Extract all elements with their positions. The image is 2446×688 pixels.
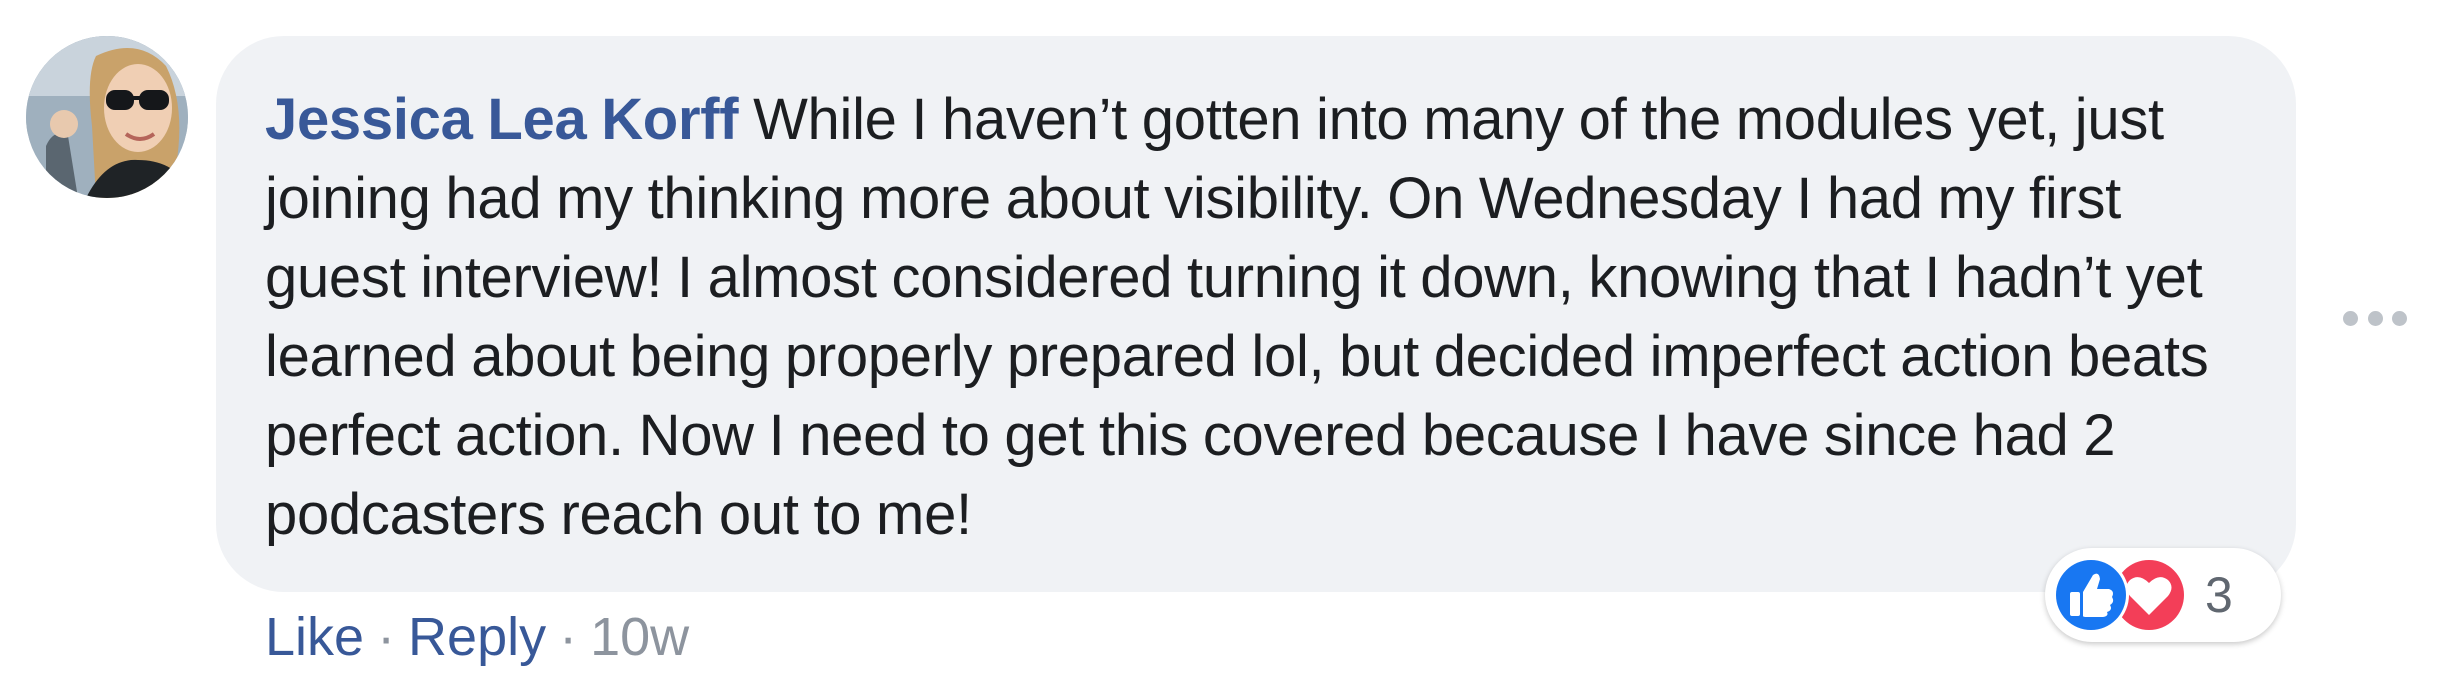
separator: ·	[559, 607, 578, 667]
more-dot	[2392, 310, 2407, 326]
avatar[interactable]	[26, 36, 188, 198]
reaction-count: 3	[2205, 567, 2233, 623]
avatar-photo	[26, 36, 188, 198]
comment-text: While I haven’t gotten into many of the …	[265, 87, 2209, 547]
reply-button[interactable]: Reply	[408, 606, 546, 668]
more-options-icon[interactable]	[2343, 306, 2407, 330]
comment-body: Jessica Lea Korff While I haven’t gotten…	[265, 80, 2236, 554]
comment-bubble: Jessica Lea Korff While I haven’t gotten…	[216, 36, 2296, 592]
more-dot	[2343, 310, 2358, 326]
like-icon	[2053, 557, 2129, 633]
reactions-summary[interactable]: 3	[2045, 548, 2281, 642]
like-button[interactable]: Like	[265, 606, 364, 668]
timestamp-link[interactable]: 10w	[590, 606, 689, 668]
comment-actions: Like · Reply · 10w	[265, 602, 689, 672]
author-name[interactable]: Jessica Lea Korff	[265, 87, 739, 152]
separator: ·	[377, 607, 396, 667]
more-dot	[2367, 310, 2383, 326]
